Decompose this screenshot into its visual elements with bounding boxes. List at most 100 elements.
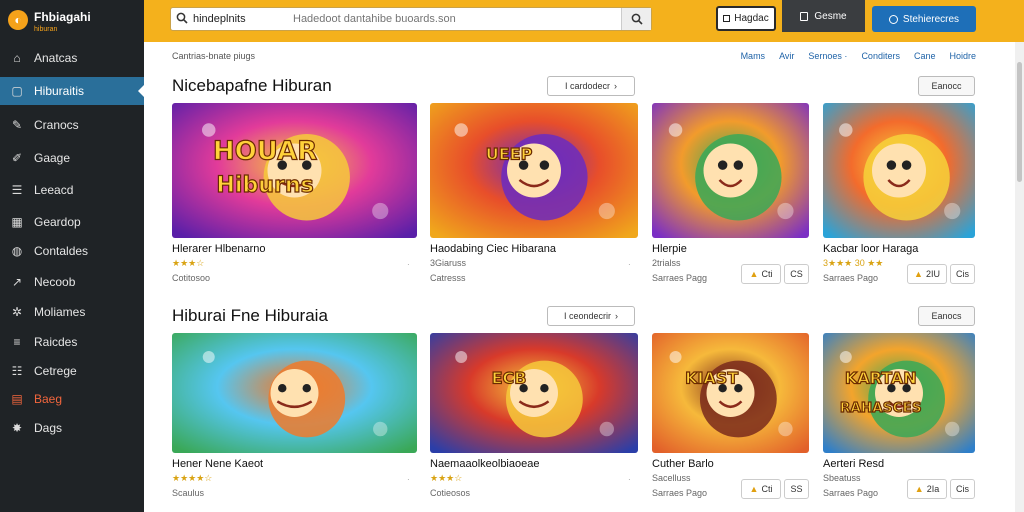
sidebar-item[interactable]: ↗ Necoob [0,268,144,296]
sidebar-item-label: Gaage [34,151,71,165]
game-rating: 2trialss [652,258,681,268]
game-title[interactable]: Kacbar loor Haraga [823,243,918,255]
game-rating: 3Giaruss [430,258,467,268]
search-bar: hindeplnits [170,7,652,31]
svg-text:UEEP: UEEP [486,145,533,164]
svg-text:ECB: ECB [492,368,527,387]
subnav-link[interactable]: Sernoes · [808,51,847,61]
more-options-icon[interactable]: · [407,475,410,484]
sidebar-item[interactable]: ✲ Moliames [0,298,144,326]
like-button[interactable]: ▲ 2IU [907,264,947,284]
sidebar-item-label: Leeacd [34,183,74,197]
subnav-link[interactable]: Hoidre [949,51,976,61]
bag-icon [800,11,809,21]
sidebar-item[interactable]: ▢ Hiburaitis [0,77,144,105]
share-button[interactable]: CS [784,264,809,284]
game-thumbnail[interactable] [172,333,417,453]
game-thumbnail[interactable]: HOUAR Hiburns [172,103,417,238]
game-title[interactable]: Hlerarer Hlbenarno [172,243,266,255]
game-meta: Sarraes Pago [823,488,879,498]
game-meta: Scaulus [172,488,205,498]
globe-icon: ◍ [11,244,23,258]
subnav-link[interactable]: Conditers [861,51,900,61]
more-button[interactable]: Eanocc [918,76,975,96]
game-title[interactable]: Cuther Barlo [652,458,714,470]
settings-icon: ✲ [11,305,23,319]
signup-button[interactable]: Stehierecres [872,6,976,32]
like-button[interactable]: ▲ 2Ia [907,479,947,499]
search-submit-button[interactable] [621,8,651,30]
sidebar-item[interactable]: ≡ Raicdes [0,328,144,356]
top-bar: hindeplnits Hagdac Gesme Stehierecres [144,0,1024,42]
view-all-label: I ceondecrir [563,311,612,321]
bug-icon: ✸ [11,421,23,435]
more-button[interactable]: Eanocs [918,306,975,326]
game-rating: Sbeatuss [823,473,861,483]
game-thumbnail[interactable] [652,103,809,238]
like-button[interactable]: ▲ Cti [741,479,781,499]
thumbs-up-icon: ▲ [914,484,924,494]
sidebar-item[interactable]: ☰ Leeacd [0,176,144,204]
more-options-icon[interactable]: · [628,475,631,484]
search-input[interactable] [293,13,613,25]
tag-icon: ▤ [11,392,23,406]
sidebar-item[interactable]: ☷ Cetrege [0,357,144,385]
view-all-button[interactable]: I cardodecr › [547,76,635,96]
more-options-icon[interactable]: · [628,260,631,269]
view-all-button[interactable]: I ceondecrir › [547,306,635,326]
like-count: Cti [761,484,773,494]
sidebar-item[interactable]: ▦ Geardop [0,208,144,236]
thumbs-up-icon: ▲ [749,269,759,279]
subnav-link[interactable]: Mams [741,51,766,61]
like-button[interactable]: ▲ Cti [741,264,781,284]
svg-text:HOUAR: HOUAR [213,137,317,167]
sidebar-item-label: Anatcas [34,51,78,65]
game-rating: ★★★★☆ [172,473,213,483]
game-title[interactable]: Hener Nene Kaeot [172,458,263,470]
breadcrumb: Cantrias-bnate piugs [172,51,256,61]
share-button[interactable]: Cis [950,479,975,499]
more-options-icon[interactable]: · [407,260,410,269]
sidebar-item-label: Raicdes [34,335,78,349]
game-title[interactable]: Naemaaolkeolbiaoeae [430,458,539,470]
brand[interactable]: ◐ Fhbiagahi hiburan [0,0,144,40]
game-thumbnail[interactable]: ECB [430,333,638,453]
sidebar-item[interactable]: ✐ Gaage [0,144,144,172]
share-button[interactable]: Cis [950,264,975,284]
game-title[interactable]: Hlerpie [652,243,687,255]
sidebar-item[interactable]: ⌂ Anatcas [0,44,144,72]
sidebar-item[interactable]: ✎ Cranocs [0,111,144,139]
scrollbar[interactable] [1015,42,1024,512]
login-button[interactable]: Hagdac [716,6,776,31]
sidebar-item[interactable]: ◍ Contaldes [0,237,144,265]
sidebar-item-label: Necoob [34,275,76,289]
game-meta: Cotitosoo [172,273,211,283]
game-title[interactable]: Haodabing Ciec Hibarana [430,243,556,255]
game-thumbnail[interactable]: KIAST [652,333,809,453]
game-title[interactable]: Aerteri Resd [823,458,884,470]
subnav-link[interactable]: Avir [779,51,794,61]
game-meta: Cotieosos [430,488,471,498]
game-thumbnail[interactable]: UEEP [430,103,638,238]
game-thumbnail[interactable] [823,103,975,238]
game-thumbnail[interactable]: KARTAN RAHASCES [823,333,975,453]
chevron-right-icon: › [615,311,619,321]
subnav-link[interactable]: Cane [914,51,936,61]
sidebar-item-label: Cranocs [34,118,79,132]
sidebar-item[interactable]: ▤ Baeg [0,385,144,413]
sidebar-item-label: Geardop [34,215,81,229]
store-button[interactable]: Gesme [782,0,865,32]
brand-subtitle: hiburan [34,25,58,33]
search-term: hindeplnits [193,13,246,25]
sidebar-item-label: Hiburaitis [34,84,85,98]
like-count: Cti [761,269,773,279]
game-rating: 3★★★ 30 ★★ [823,258,884,268]
scrollbar-thumb[interactable] [1017,62,1022,182]
signup-label: Stehierecres [902,13,960,25]
sidebar-item-label: Baeg [34,392,63,406]
thumbs-up-icon: ▲ [914,269,923,279]
pencil-icon: ✐ [11,151,23,165]
share-button[interactable]: SS [784,479,809,499]
sliders-icon: ☷ [11,364,23,378]
sidebar-item[interactable]: ✸ Dags [0,414,144,442]
